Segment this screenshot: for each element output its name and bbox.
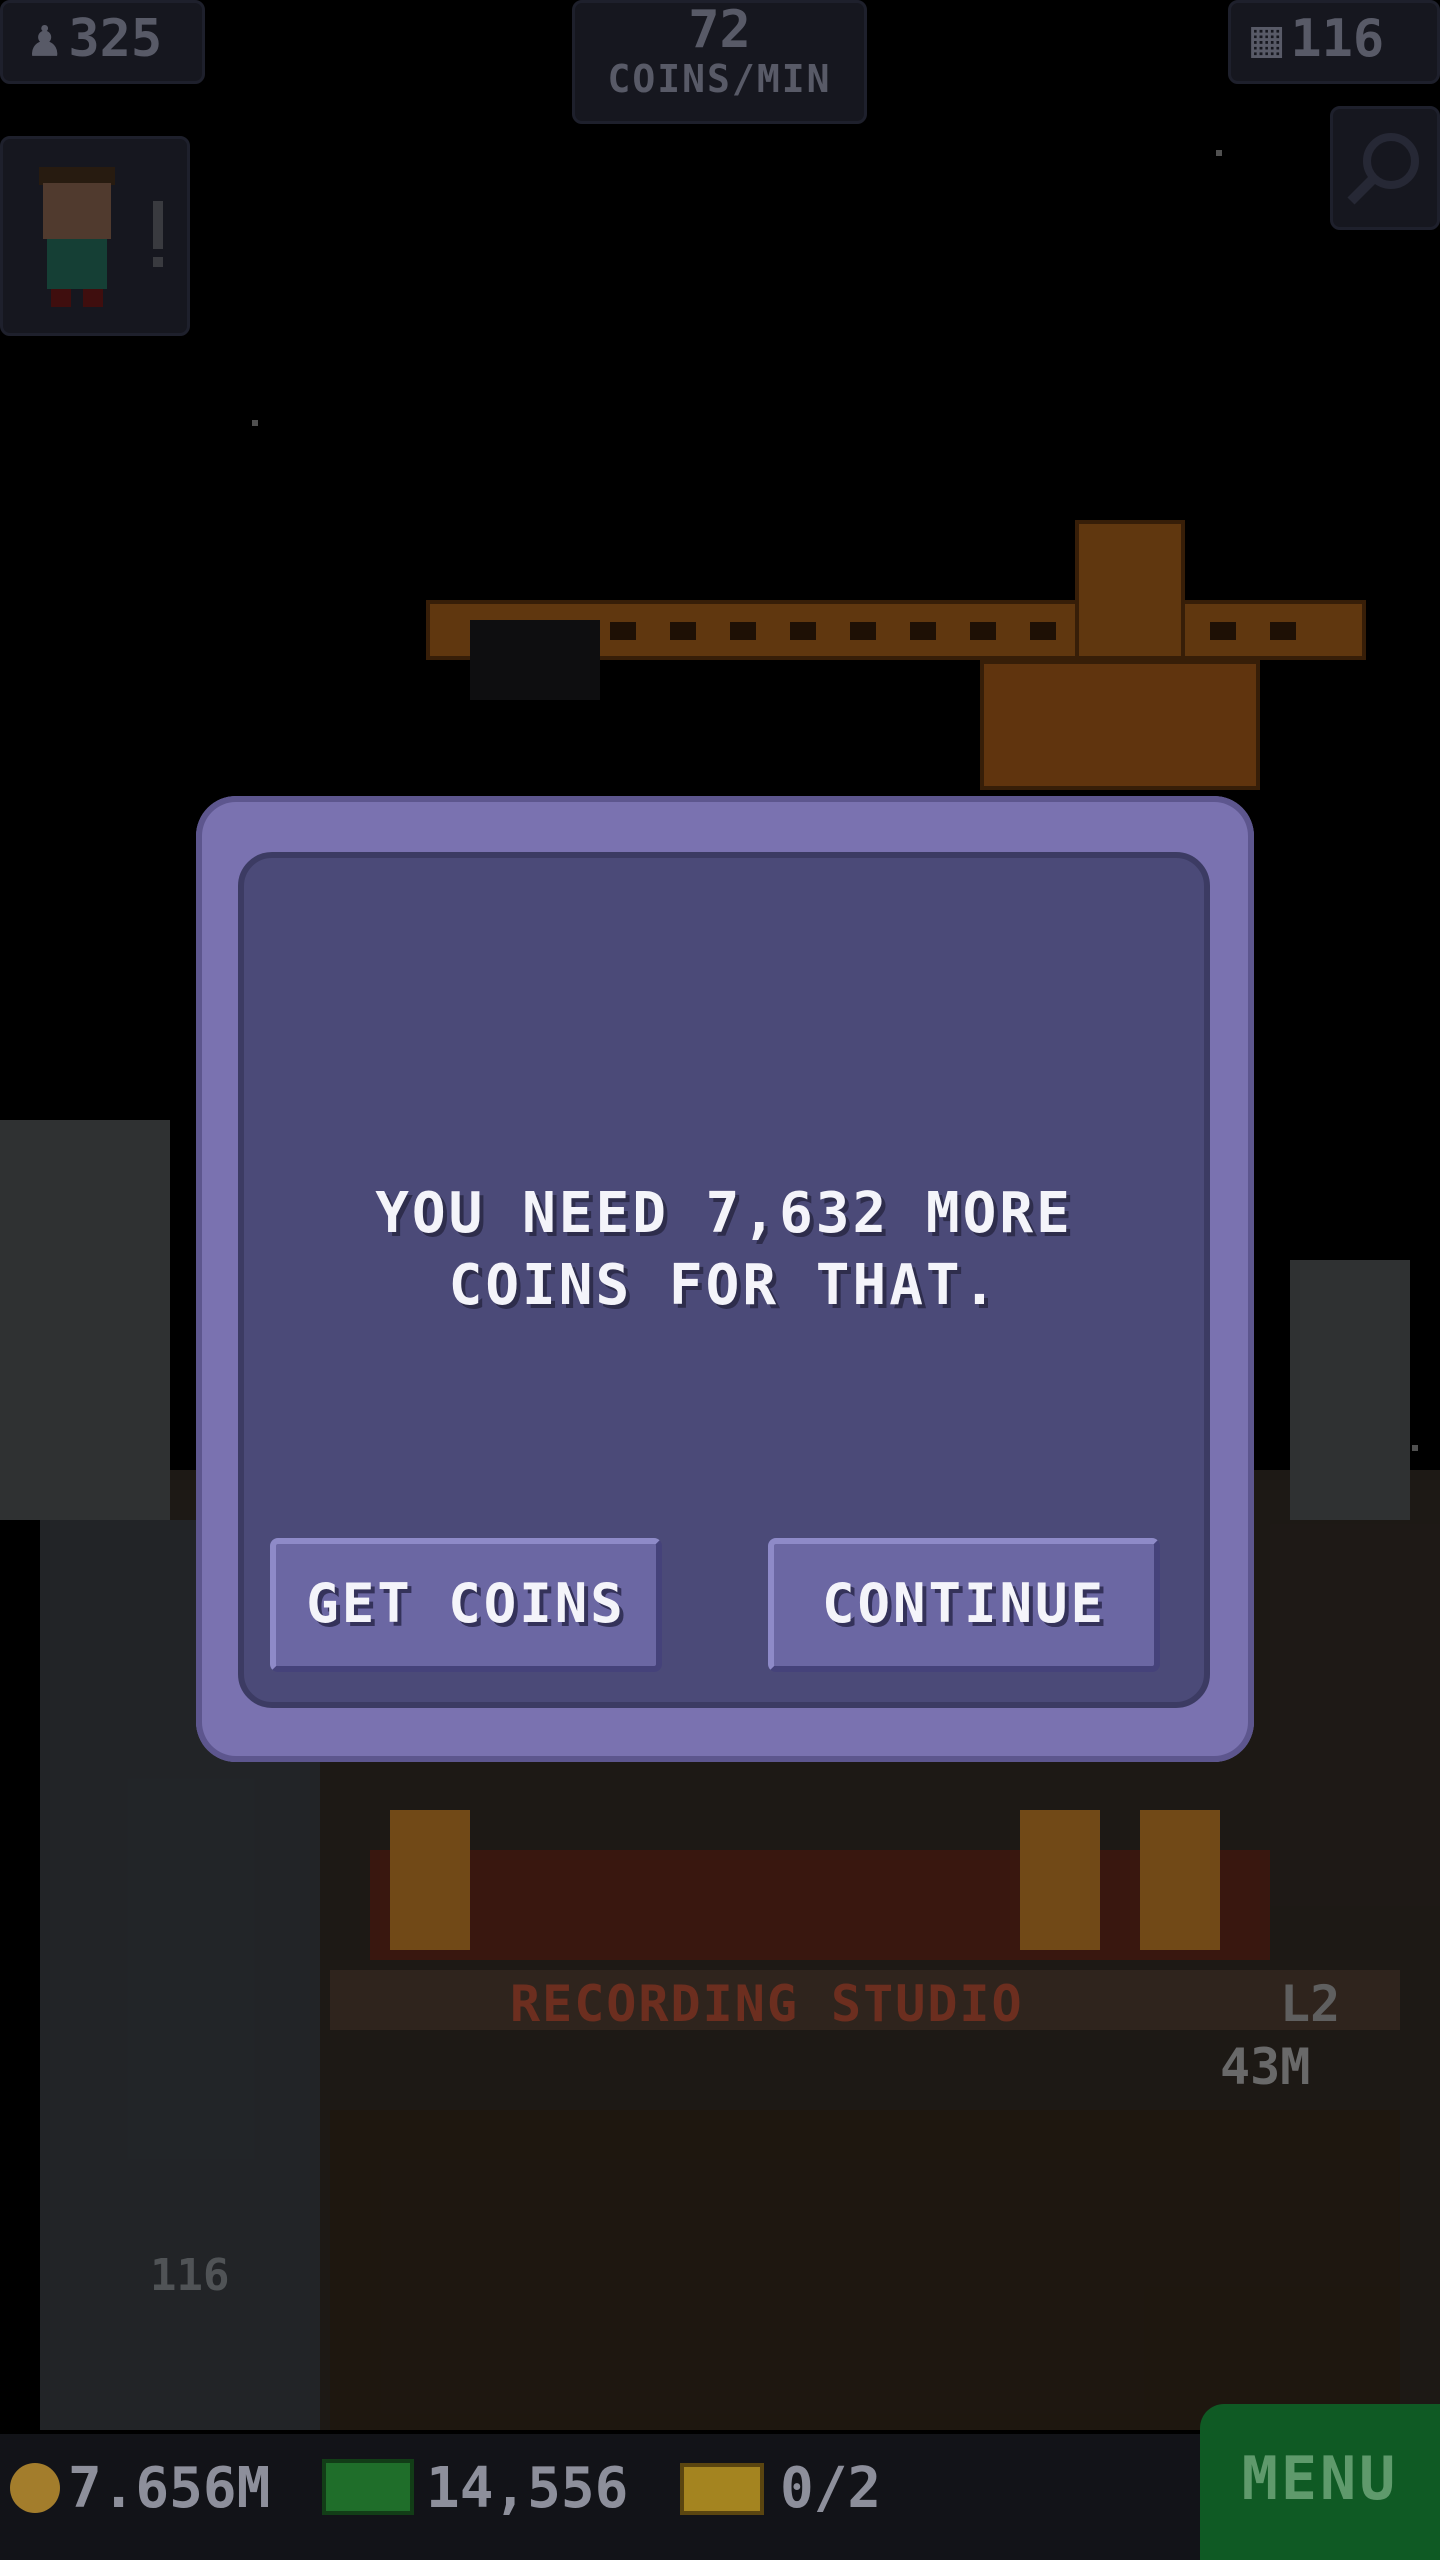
chest-value: 0/2: [780, 2456, 882, 2521]
coin-icon: [10, 2463, 60, 2513]
chest-stat[interactable]: 0/2: [680, 2456, 881, 2521]
menu-button[interactable]: MENU: [1200, 2404, 1440, 2560]
tower-bux-icon: [322, 2459, 414, 2515]
coins-value: 7.656M: [68, 2456, 271, 2521]
dialog-message: YOU NEED 7,632 MORE COINS FOR THAT.: [375, 1181, 1073, 1318]
get-coins-button[interactable]: GET COINS: [270, 1538, 662, 1672]
coins-stat[interactable]: 7.656M: [10, 2456, 270, 2521]
continue-button[interactable]: CONTINUE: [768, 1538, 1160, 1672]
chest-icon: [680, 2463, 764, 2515]
bux-value: 14,556: [426, 2456, 629, 2521]
insufficient-coins-dialog: YOU NEED 7,632 MORE COINS FOR THAT. GET …: [196, 796, 1254, 1762]
bux-stat[interactable]: 14,556: [322, 2456, 628, 2521]
